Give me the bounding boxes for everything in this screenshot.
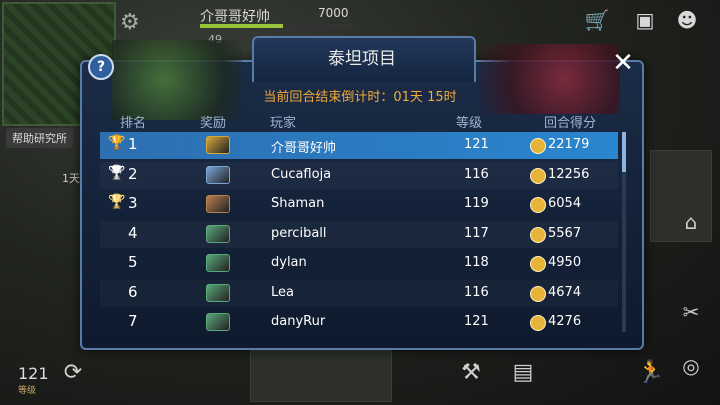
round-countdown: 当前回合结束倒计时：01天 15时 bbox=[263, 90, 457, 105]
row-score: 12256 bbox=[548, 166, 590, 182]
row-level: 116 bbox=[464, 284, 489, 300]
robot-art-right bbox=[480, 44, 620, 114]
reward-crate-icon[interactable] bbox=[206, 254, 230, 272]
supply-crate-icon[interactable]: ▣ bbox=[630, 8, 660, 34]
row-score: 22179 bbox=[548, 137, 590, 152]
score-coin-icon bbox=[530, 315, 546, 331]
reward-crate-icon[interactable] bbox=[206, 165, 230, 184]
header-level: 等级 bbox=[456, 116, 483, 131]
leaderboard-row[interactable]: 6 Lea 116 4674 bbox=[100, 280, 618, 307]
store-building-icon[interactable]: ⌂ bbox=[676, 210, 706, 234]
row-rank: 2 bbox=[128, 164, 138, 183]
table-header: 排名 奖励 玩家 等级 回合得分 bbox=[98, 108, 618, 132]
row-level: 121 bbox=[464, 314, 489, 329]
row-rank: 1 bbox=[128, 135, 138, 153]
row-level: 121 bbox=[464, 137, 489, 152]
row-score: 4276 bbox=[548, 314, 582, 329]
row-level: 117 bbox=[464, 225, 489, 241]
help-research-label[interactable]: 帮助研究所 bbox=[6, 128, 73, 148]
gear-icon[interactable]: ⚙ bbox=[120, 10, 140, 35]
score-coin-icon bbox=[530, 256, 546, 272]
row-level: 116 bbox=[464, 166, 489, 182]
panel-title: 泰坦项目 bbox=[328, 49, 396, 69]
base-building-bottom bbox=[250, 350, 392, 402]
row-player-name: Cucafloja bbox=[271, 166, 332, 182]
player-level-label: 等级 bbox=[18, 386, 37, 396]
row-rank: 6 bbox=[128, 282, 138, 301]
reward-crate-icon[interactable] bbox=[206, 136, 230, 154]
scrollbar-thumb[interactable] bbox=[622, 132, 626, 172]
player-level-number: 121 bbox=[18, 364, 49, 383]
leaderboard-row[interactable]: 4 perciball 117 5567 bbox=[100, 221, 618, 248]
row-score: 5567 bbox=[548, 225, 582, 241]
side-timer: 1天 bbox=[62, 172, 80, 185]
reward-crate-icon[interactable] bbox=[206, 283, 230, 302]
score-coin-icon bbox=[530, 197, 546, 213]
leaderboard-row[interactable]: 7 danyRur 121 4276 bbox=[100, 309, 618, 336]
header-rank: 排名 bbox=[120, 116, 147, 131]
score-coin-icon bbox=[530, 167, 546, 184]
list-scrollbar[interactable] bbox=[622, 132, 626, 332]
reward-crate-icon[interactable] bbox=[206, 224, 230, 243]
trophy-icon: 🏆 bbox=[108, 194, 126, 210]
row-rank: 7 bbox=[128, 312, 138, 330]
reward-crate-icon[interactable] bbox=[206, 195, 230, 213]
row-score: 6054 bbox=[548, 196, 582, 211]
header-score: 回合得分 bbox=[544, 116, 597, 131]
row-level: 119 bbox=[464, 196, 489, 211]
score-coin-icon bbox=[530, 226, 546, 243]
score-coin-icon bbox=[530, 285, 546, 302]
row-score: 4674 bbox=[548, 284, 582, 300]
reward-crate-icon[interactable] bbox=[206, 313, 230, 331]
row-player-name: danyRur bbox=[271, 314, 326, 329]
leaderboard-row[interactable]: 🏆 2 Cucafloja 116 12256 bbox=[100, 162, 618, 189]
row-rank: 5 bbox=[128, 253, 138, 271]
header-reward: 奖励 bbox=[200, 116, 227, 131]
row-player-name: 介哥哥好帅 bbox=[271, 141, 337, 156]
trophy-icon: 🏆 bbox=[108, 135, 126, 151]
row-level: 118 bbox=[464, 255, 489, 270]
anvil-icon[interactable]: ⚒ bbox=[456, 360, 486, 385]
row-player-name: dylan bbox=[271, 255, 307, 270]
score-coin-icon bbox=[530, 138, 546, 154]
leaderboard-row[interactable]: 🏆 1 介哥哥好帅 121 22179 bbox=[100, 132, 618, 159]
row-score: 4950 bbox=[548, 255, 582, 270]
leaderboard-row[interactable]: 🏆 3 Shaman 119 6054 bbox=[100, 191, 618, 218]
row-rank: 4 bbox=[128, 223, 138, 242]
hud-player-name: 介哥哥好帅 bbox=[200, 9, 270, 25]
target-icon[interactable]: ◎ bbox=[676, 354, 706, 378]
xp-bar bbox=[200, 24, 350, 28]
row-player-name: Shaman bbox=[271, 196, 325, 211]
help-icon[interactable]: ? bbox=[88, 54, 114, 80]
repair-icon[interactable]: ✂ bbox=[676, 300, 706, 324]
mask-profile-icon[interactable]: ☻ bbox=[672, 8, 702, 34]
close-icon[interactable]: ✕ bbox=[610, 50, 636, 76]
row-player-name: Lea bbox=[271, 284, 294, 300]
row-rank: 3 bbox=[128, 194, 138, 212]
trophy-icon: 🏆 bbox=[108, 164, 126, 181]
row-player-name: perciball bbox=[271, 225, 327, 241]
header-player: 玩家 bbox=[270, 116, 297, 131]
shop-cart-icon[interactable]: 🛒 bbox=[582, 8, 612, 34]
replay-icon[interactable]: ⟳ bbox=[58, 360, 88, 385]
soldier-icon[interactable]: 🏃 bbox=[636, 360, 666, 385]
hud-score: 7000 bbox=[318, 6, 349, 20]
backpack-icon[interactable]: ▤ bbox=[508, 360, 538, 385]
leaderboard-row[interactable]: 5 dylan 118 4950 bbox=[100, 250, 618, 277]
xp-bar-fill bbox=[200, 24, 283, 28]
